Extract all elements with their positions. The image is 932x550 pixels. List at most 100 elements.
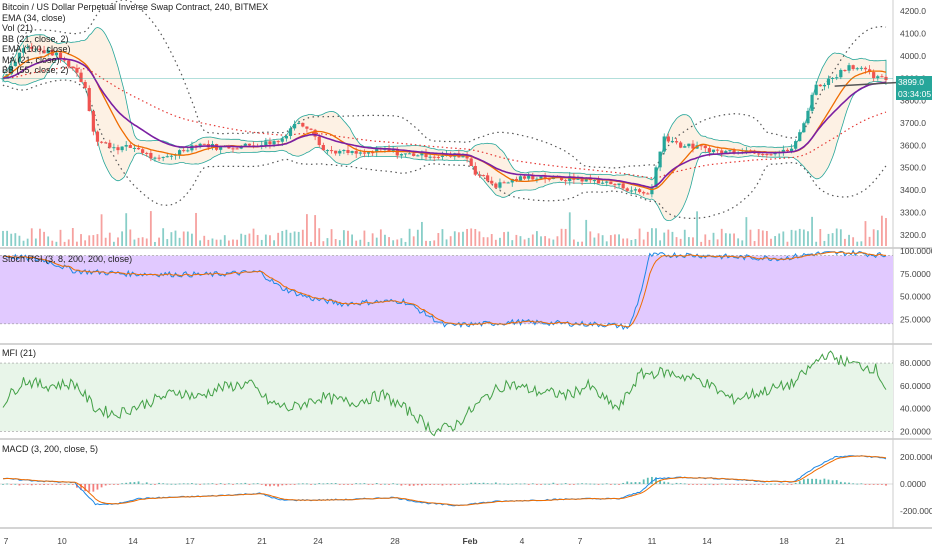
volume-bar bbox=[445, 239, 448, 246]
candle-body bbox=[317, 136, 321, 146]
price-axis-tick: 4100.0 bbox=[900, 29, 926, 39]
macd-histogram-bar bbox=[519, 483, 522, 485]
volume-bar bbox=[815, 241, 818, 246]
stoch-rsi-pane[interactable] bbox=[0, 249, 893, 331]
volume-bar bbox=[737, 238, 740, 246]
macd-histogram-bar bbox=[244, 482, 247, 484]
volume-bar bbox=[306, 214, 308, 246]
macd-histogram-bar bbox=[716, 484, 719, 485]
volume-bar bbox=[355, 240, 358, 246]
legend-bb55[interactable]: BB (55, close, 2) bbox=[2, 65, 268, 76]
candle-body bbox=[321, 145, 325, 151]
macd-histogram-bar bbox=[100, 484, 103, 488]
candle-body bbox=[785, 149, 790, 152]
candle-body bbox=[235, 148, 239, 150]
stoch-legend[interactable]: Stoch RSI (3, 8, 200, 200, close) bbox=[2, 254, 132, 265]
candle-body bbox=[863, 67, 868, 70]
time-axis-tick: 28 bbox=[390, 536, 400, 546]
macd-histogram-bar bbox=[248, 484, 251, 485]
volume-bar bbox=[474, 228, 477, 246]
candle-body bbox=[810, 94, 814, 111]
macd-histogram-bar bbox=[536, 484, 538, 485]
time-axis-tick: 18 bbox=[779, 536, 789, 546]
volume-bar bbox=[683, 229, 686, 246]
candle-body bbox=[601, 182, 605, 184]
macd-histogram-bar bbox=[334, 483, 337, 484]
macd-histogram-bar bbox=[876, 484, 879, 485]
volume-bar bbox=[548, 238, 551, 246]
macd-histogram-bar bbox=[141, 483, 144, 485]
macd-histogram-bar bbox=[88, 484, 91, 492]
macd-histogram-bar bbox=[494, 482, 497, 484]
volume-bar bbox=[293, 231, 296, 246]
candle-body bbox=[633, 189, 638, 191]
macd-histogram-bar bbox=[581, 483, 583, 485]
macd-histogram-bar bbox=[314, 483, 317, 485]
volume-bar bbox=[384, 234, 386, 246]
macd-histogram-bar bbox=[34, 484, 37, 485]
macd-histogram-bar bbox=[104, 484, 107, 486]
candle-body bbox=[432, 156, 436, 158]
candle-body bbox=[436, 156, 440, 158]
macd-histogram-bar bbox=[375, 483, 378, 484]
macd-histogram-bar bbox=[10, 484, 13, 485]
volume-bar bbox=[158, 237, 160, 246]
volume-bar bbox=[499, 237, 501, 246]
macd-histogram-bar bbox=[256, 483, 259, 484]
macd-histogram-bar bbox=[108, 484, 111, 485]
volume-bar bbox=[708, 239, 711, 246]
macd-histogram-bar bbox=[880, 484, 883, 485]
candle-body bbox=[835, 77, 839, 79]
candle-body bbox=[99, 141, 104, 143]
legend-vol[interactable]: Vol (21) bbox=[2, 23, 268, 34]
stoch-band bbox=[0, 255, 893, 324]
volume-bar bbox=[388, 237, 390, 246]
volume-bar bbox=[614, 234, 616, 246]
volume-bar bbox=[425, 240, 427, 246]
macd-histogram-bar bbox=[281, 484, 284, 486]
volume-bar bbox=[351, 234, 353, 246]
macd-histogram-bar bbox=[737, 484, 740, 485]
ema100-line bbox=[3, 67, 887, 179]
candle-body bbox=[486, 175, 490, 181]
candle-body bbox=[132, 147, 137, 149]
stoch-axis-tick: 100.0000 bbox=[900, 246, 932, 256]
candle-body bbox=[481, 175, 486, 177]
macd-histogram-bar bbox=[671, 483, 674, 485]
legend-ema34[interactable]: EMA (34, close) bbox=[2, 13, 268, 24]
volume-bar bbox=[457, 232, 460, 246]
legend-ma21[interactable]: MA (21, close) bbox=[2, 55, 268, 66]
mfi-pane[interactable] bbox=[0, 350, 893, 437]
volume-bar bbox=[564, 228, 567, 246]
macd-histogram-bar bbox=[371, 484, 374, 485]
volume-bar bbox=[219, 239, 222, 246]
macd-legend[interactable]: MACD (3, 200, close, 5) bbox=[2, 444, 98, 455]
macd-histogram-bar bbox=[408, 484, 411, 486]
macd-pane[interactable] bbox=[0, 455, 893, 507]
volume-bar bbox=[269, 235, 271, 246]
macd-histogram-bar bbox=[14, 483, 17, 485]
legend-bb21[interactable]: BB (21, close, 2) bbox=[2, 34, 268, 45]
macd-histogram-bar bbox=[605, 483, 608, 485]
volume-bar bbox=[605, 241, 608, 246]
candle-body bbox=[334, 150, 338, 154]
volume-bar bbox=[396, 239, 399, 246]
legend-ema100[interactable]: EMA (100, close) bbox=[2, 44, 268, 55]
volume-bar bbox=[297, 231, 300, 246]
chart-title[interactable]: Bitcoin / US Dollar Perpetual Inverse Sw… bbox=[2, 2, 268, 13]
macd-histogram-bar bbox=[207, 483, 210, 485]
macd-histogram-bar bbox=[560, 483, 563, 485]
mfi-legend[interactable]: MFI (21) bbox=[2, 348, 36, 359]
volume-bar bbox=[835, 228, 838, 246]
volume-bar bbox=[778, 233, 781, 246]
macd-histogram-bar bbox=[429, 484, 432, 485]
candle-body bbox=[851, 65, 855, 70]
candle-body bbox=[338, 150, 342, 154]
chart-canvas[interactable]: 4200.04100.04000.03900.03800.03700.03600… bbox=[0, 0, 932, 550]
time-axis-tick: Feb bbox=[462, 536, 477, 546]
macd-histogram-bar bbox=[310, 484, 312, 485]
macd-histogram-bar bbox=[22, 484, 25, 485]
macd-histogram-bar bbox=[499, 483, 501, 485]
volume-bar bbox=[178, 237, 181, 246]
volume-bar bbox=[868, 236, 871, 246]
